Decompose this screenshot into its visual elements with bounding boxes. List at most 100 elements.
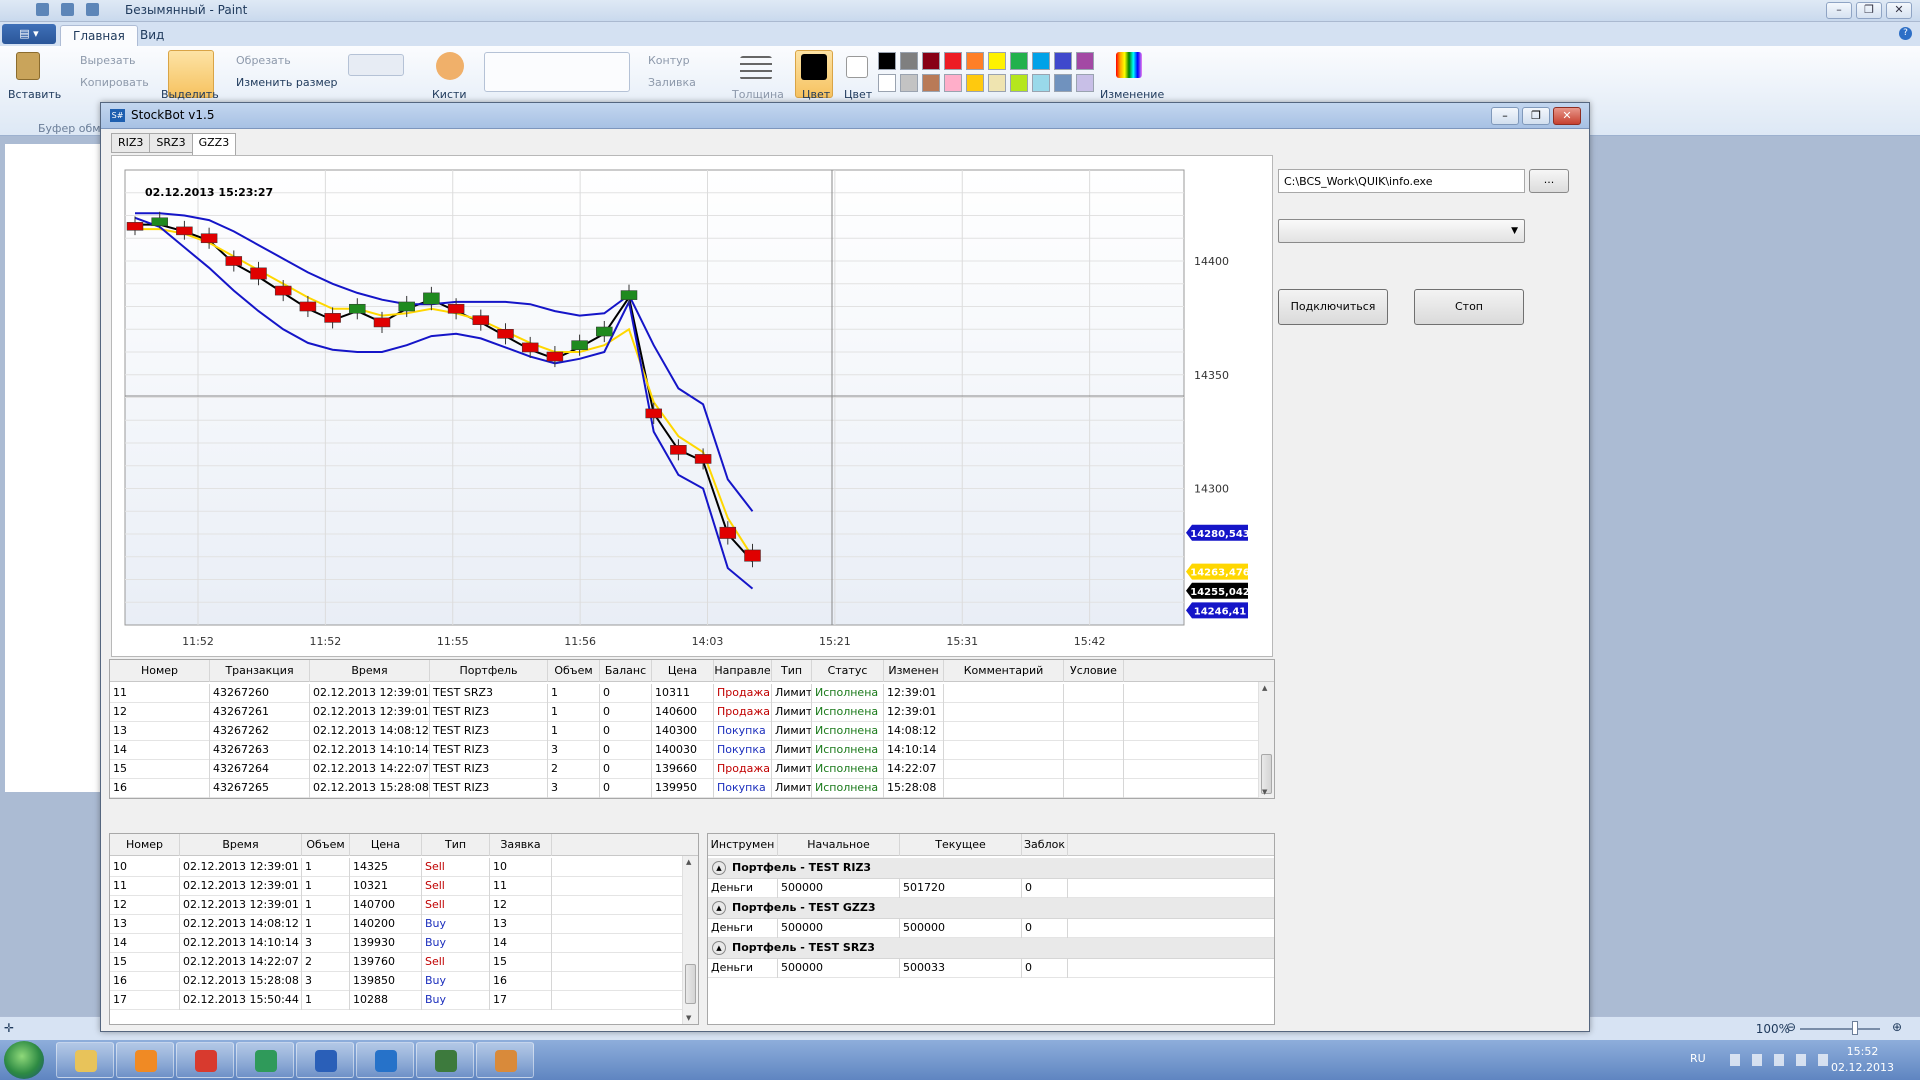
portfolio-column-header[interactable]: Начальное [778, 834, 900, 856]
scroll-down-icon[interactable]: ▼ [1262, 788, 1267, 796]
collapse-icon[interactable]: ▲ [712, 941, 726, 955]
portfolio-group-header[interactable]: ▲ Портфель - TEST GZZ3 [708, 898, 1274, 919]
account-combobox[interactable]: ▼ [1278, 219, 1525, 243]
palette-swatch[interactable] [900, 52, 918, 70]
palette-swatch[interactable] [944, 52, 962, 70]
palette-swatch[interactable] [878, 52, 896, 70]
stockbot-close-button[interactable]: ✕ [1553, 107, 1581, 125]
orders-column-header[interactable]: Комментарий [944, 660, 1064, 682]
quik-path-input[interactable] [1278, 169, 1525, 193]
portfolio-column-header[interactable]: Текущее [900, 834, 1022, 856]
table-row[interactable]: 12 43267261 02.12.2013 12:39:01 TEST RIZ3 1 0… [110, 703, 1258, 722]
palette-swatch[interactable] [966, 52, 984, 70]
fill-button[interactable]: Заливка [648, 76, 696, 89]
orders-column-header[interactable]: Изменен [884, 660, 944, 682]
copy-button[interactable]: Копировать [80, 76, 149, 89]
table-row[interactable]: Деньги 500000 500000 0 [708, 919, 1274, 938]
browse-button[interactable]: ... [1529, 169, 1569, 193]
portfolio-group-header[interactable]: ▲ Портфель - TEST SRZ3 [708, 938, 1274, 959]
maximize-button[interactable]: ❐ [1856, 2, 1882, 19]
start-button[interactable] [4, 1041, 44, 1079]
palette-swatch[interactable] [988, 74, 1006, 92]
stockbot-minimize-button[interactable]: – [1491, 107, 1519, 125]
trades-scroll-thumb[interactable] [685, 964, 696, 1004]
stop-button[interactable]: Стоп [1414, 289, 1524, 325]
collapse-icon[interactable]: ▲ [712, 861, 726, 875]
file-menu-button[interactable]: ▤ ▾ [2, 24, 56, 44]
taskbar-app-chrome[interactable] [176, 1042, 234, 1078]
table-row[interactable]: 15 43267264 02.12.2013 14:22:07 TEST RIZ3 2 0… [110, 760, 1258, 779]
portfolio-column-header[interactable]: Инструмен [708, 834, 778, 856]
table-row[interactable]: 11 43267260 02.12.2013 12:39:01 TEST SRZ3 1 0… [110, 684, 1258, 703]
contour-button[interactable]: Контур [648, 54, 690, 67]
table-row[interactable]: 14 02.12.2013 14:10:14 3 139930 Buy 14 [110, 934, 682, 953]
help-icon[interactable]: ? [1899, 27, 1912, 40]
scroll-down-icon[interactable]: ▼ [686, 1014, 691, 1022]
orders-scrollbar[interactable]: ▲ ▼ [1258, 682, 1274, 798]
orders-column-header[interactable]: Тип [772, 660, 812, 682]
orders-column-header[interactable]: Время [310, 660, 430, 682]
scroll-up-icon[interactable]: ▲ [686, 858, 691, 866]
shapes-gallery[interactable] [484, 52, 630, 92]
palette-swatch[interactable] [900, 74, 918, 92]
resize-button[interactable]: Изменить размер [236, 76, 338, 89]
scroll-up-icon[interactable]: ▲ [1262, 684, 1267, 692]
trades-scrollbar[interactable]: ▲ ▼ [682, 856, 698, 1024]
connect-button[interactable]: Подключиться [1278, 289, 1388, 325]
clipboard-icon[interactable] [16, 52, 40, 80]
portfolio-group-header[interactable]: ▲ Портфель - TEST RIZ3 [708, 858, 1274, 879]
language-indicator[interactable]: RU [1690, 1052, 1706, 1065]
edit-colors-icon[interactable] [1116, 52, 1142, 78]
price-chart[interactable]: 11:52 11:52 11:55 11:56 14:03 15:21 15:31 15:42… [111, 155, 1273, 657]
orders-column-header[interactable]: Номер [110, 660, 210, 682]
tray-icons[interactable] [1730, 1054, 1840, 1066]
taskbar-app-sharp[interactable] [356, 1042, 414, 1078]
zoom-out-icon[interactable]: ⊖ [1786, 1020, 1796, 1034]
orders-column-header[interactable]: Условие [1064, 660, 1124, 682]
table-row[interactable]: 10 02.12.2013 12:39:01 1 14325 Sell 10 [110, 858, 682, 877]
tab-view[interactable]: Вид [128, 25, 176, 46]
palette-swatch[interactable] [988, 52, 1006, 70]
taskbar-app-media-player[interactable] [116, 1042, 174, 1078]
palette-swatch[interactable] [944, 74, 962, 92]
paste-button[interactable]: Вставить [8, 88, 61, 101]
orders-column-header[interactable]: Объем [548, 660, 600, 682]
trades-column-header[interactable]: Объем [302, 834, 350, 856]
taskbar-app-qlik[interactable] [236, 1042, 294, 1078]
table-row[interactable]: 14 43267263 02.12.2013 14:10:14 TEST RIZ3 3 0… [110, 741, 1258, 760]
close-button[interactable]: ✕ [1886, 2, 1912, 19]
tools-icons[interactable] [348, 54, 404, 76]
orders-column-header[interactable]: Статус [812, 660, 884, 682]
table-row[interactable]: 13 02.12.2013 14:08:12 1 140200 Buy 13 [110, 915, 682, 934]
orders-column-header[interactable]: Цена [652, 660, 714, 682]
select-button[interactable]: Выделить [161, 88, 219, 101]
thickness-icon[interactable] [740, 56, 772, 80]
trades-column-header[interactable]: Номер [110, 834, 180, 856]
table-row[interactable]: Деньги 500000 501720 0 [708, 879, 1274, 898]
tab-gzz3[interactable]: GZZ3 [191, 133, 237, 155]
tab-srz3[interactable]: SRZ3 [149, 133, 193, 153]
palette-swatch[interactable] [878, 74, 896, 92]
table-row[interactable]: 11 02.12.2013 12:39:01 1 10321 Sell 11 [110, 877, 682, 896]
palette-swatch[interactable] [1076, 52, 1094, 70]
palette-swatch[interactable] [966, 74, 984, 92]
taskbar-app-r[interactable] [296, 1042, 354, 1078]
palette-swatch[interactable] [1010, 52, 1028, 70]
stockbot-maximize-button[interactable]: ❐ [1522, 107, 1550, 125]
collapse-icon[interactable]: ▲ [712, 901, 726, 915]
palette-swatch[interactable] [1010, 74, 1028, 92]
orders-column-header[interactable]: Баланс [600, 660, 652, 682]
table-row[interactable]: 17 02.12.2013 15:50:44 1 10288 Buy 17 [110, 991, 682, 1010]
undo-icon[interactable] [61, 3, 74, 16]
palette-swatch[interactable] [1032, 52, 1050, 70]
orders-column-header[interactable]: Направле [714, 660, 772, 682]
edit-colors-button[interactable]: Изменение [1100, 88, 1164, 101]
palette-swatch[interactable] [1076, 74, 1094, 92]
taskbar-app-terminal[interactable] [416, 1042, 474, 1078]
trades-column-header[interactable]: Заявка [490, 834, 552, 856]
minimize-button[interactable]: – [1826, 2, 1852, 19]
redo-icon[interactable] [86, 3, 99, 16]
palette-swatch[interactable] [922, 74, 940, 92]
taskbar-app-paint[interactable] [476, 1042, 534, 1078]
zoom-slider-thumb[interactable] [1852, 1021, 1858, 1035]
